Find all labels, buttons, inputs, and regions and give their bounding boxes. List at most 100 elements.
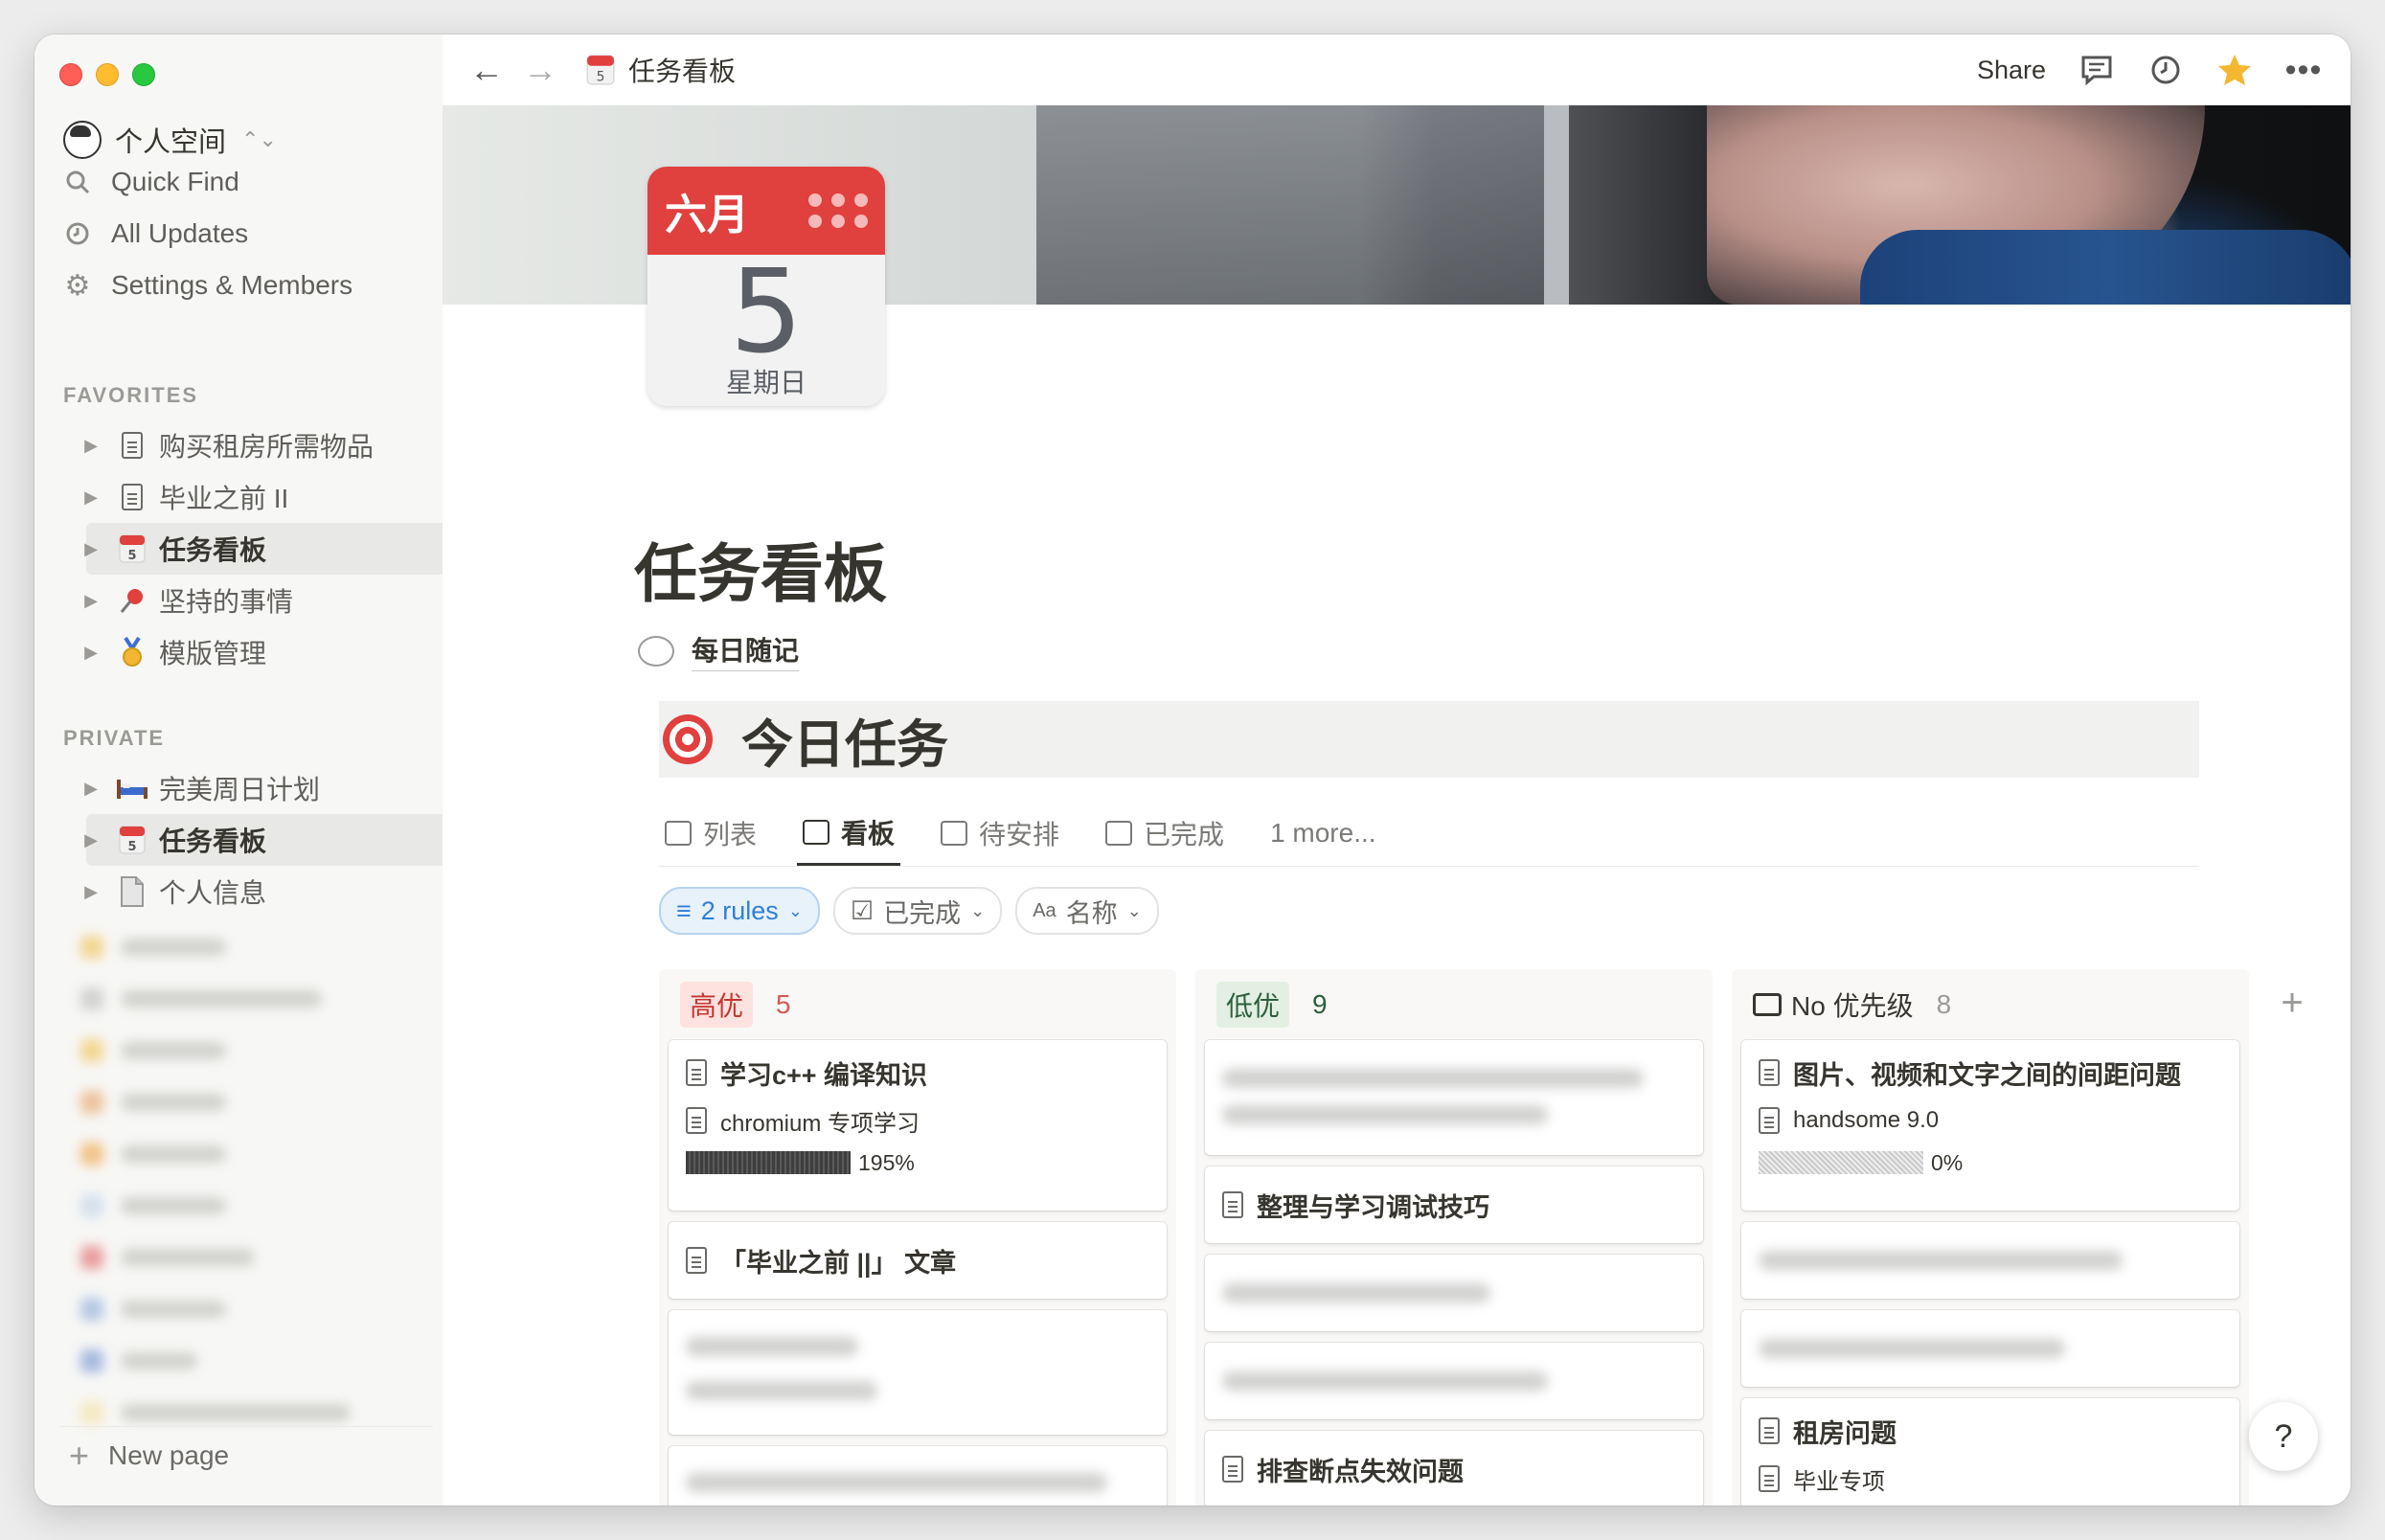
calendar-icon: 5 [115,532,149,566]
sidebar-item-label: 个人信息 [159,878,267,908]
tab-list[interactable]: 列表 [659,801,762,866]
sidebar-settings[interactable]: ⚙ Settings & Members [63,262,353,308]
maximize-window-button[interactable] [132,63,155,86]
board-card[interactable]: 整理与学习调试技巧 [1205,1166,1703,1243]
column-header[interactable]: 高优 5 [659,969,1176,1040]
card-progress: 0% [1931,1149,1964,1175]
sidebar-item-private-3[interactable]: ▶ 个人信息 [63,866,443,917]
column-tag: 低优 [1216,982,1290,1028]
sidebar-item-favorite-1[interactable]: ▶ 购买租房所需物品 [63,419,443,471]
comment-icon[interactable] [2078,52,2115,88]
sidebar-item-favorite-4[interactable]: ▶ 坚持的事情 [63,575,443,626]
workspace-switcher[interactable]: 个人空间 ⌃⌄ [63,119,277,161]
calendar-weekday: 星期日 [725,368,806,397]
list-view-icon [941,821,968,846]
blurred-board-card[interactable] [1205,1343,1703,1419]
blurred-board-card[interactable] [669,1446,1167,1506]
filter-rules-button[interactable]: ≡ 2 rules ⌄ [659,887,820,935]
forward-arrow-icon[interactable]: → [523,50,557,90]
sub-page-link[interactable]: 每日随记 [638,630,800,671]
favorite-star-icon[interactable] [2216,52,2253,88]
tab-more[interactable]: 1 more... [1264,801,1381,866]
sidebar-item-label: 完美周日计划 [159,775,321,804]
board-card[interactable]: 租房问题 毕业专项 [1741,1398,2239,1506]
board-card[interactable]: 「毕业之前 ||」 文章 [669,1222,1167,1299]
page-icon [115,480,149,514]
card-progress: 195% [858,1149,915,1175]
expand-arrow-icon[interactable]: ▶ [77,436,105,456]
blurred-board-card[interactable] [669,1310,1167,1435]
expand-arrow-icon[interactable]: ▶ [77,487,105,508]
sidebar-item-favorite-5[interactable]: ▶ 模版管理 [63,626,443,678]
svg-text:5: 5 [127,549,136,563]
board-column-low: 低优 9 整理与学习调试技巧 排查断点失效问题 [1195,969,1713,1506]
new-page-button[interactable]: + New page [59,1426,433,1484]
more-options-icon[interactable]: ••• [2285,52,2322,88]
board-card[interactable]: 图片、视频和文字之间的间距问题 handsome 9.0 0% [1741,1040,2239,1211]
expand-arrow-icon[interactable]: ▶ [77,779,105,799]
history-navigation: ← → [469,50,557,90]
chevron-down-icon: ⌄ [787,900,803,920]
sidebar-item-favorite-2[interactable]: ▶ 毕业之前 II [63,471,443,523]
add-group-button[interactable]: + [2259,969,2326,1036]
breadcrumb-title: 任务看板 [628,57,737,86]
page-icon [1759,1059,1780,1086]
help-button[interactable]: ? [2249,1402,2318,1471]
page-icon [1759,1417,1780,1444]
expand-arrow-icon[interactable]: ▶ [77,539,105,559]
tab-label: 待安排 [979,820,1060,849]
blurred-board-card[interactable] [1205,1040,1703,1155]
page-icon [686,1107,707,1134]
close-window-button[interactable] [59,63,82,86]
minimize-window-button[interactable] [96,63,119,86]
sidebar-item-private-1[interactable]: ▶ 完美周日计划 [63,762,443,814]
chevron-updown-icon: ⌃⌄ [241,127,277,151]
column-header[interactable]: 低优 9 [1195,969,1713,1040]
breadcrumb[interactable]: 5 任务看板 [586,51,736,89]
section-heading[interactable]: 今日任务 [659,701,2199,778]
history-clock-icon[interactable] [2147,52,2184,88]
filter-name-label: 名称 [1065,898,1118,928]
filter-name-button[interactable]: Aa 名称 ⌄ [1015,887,1159,935]
back-arrow-icon[interactable]: ← [469,50,504,90]
bed-icon [115,771,149,805]
app-window: 个人空间 ⌃⌄ Quick Find All Updates ⚙ Setting… [34,34,2351,1506]
sidebar-all-updates[interactable]: All Updates [63,211,248,257]
svg-text:5: 5 [127,840,136,854]
card-relation: 毕业专项 [1793,1468,1885,1495]
blurred-board-card[interactable] [1741,1310,2239,1387]
sidebar-item-label: 购买租房所需物品 [159,432,375,462]
column-header[interactable]: No 优先级 8 [1732,969,2249,1040]
page-icon-calendar[interactable]: 六月 5 星期日 [647,167,885,406]
tab-scheduled[interactable]: 待安排 [935,801,1065,866]
sidebar-item-favorite-3[interactable]: ▶ 5 任务看板 [84,523,464,575]
topbar: ← → 5 任务看板 Share ••• [443,34,2351,105]
section-heading-label: 今日任务 [741,715,948,774]
expand-arrow-icon[interactable]: ▶ [77,643,105,663]
filter-done-button[interactable]: ☑ 已完成 ⌄ [832,887,1003,935]
expand-arrow-icon[interactable]: ▶ [77,882,105,902]
sidebar-quick-find[interactable]: Quick Find [63,159,239,205]
share-button[interactable]: Share [1977,56,2046,85]
blurred-board-card[interactable] [1741,1222,2239,1299]
card-title: 学习c++ 编译知识 [720,1060,928,1090]
page-icon [1222,1456,1243,1483]
tab-completed[interactable]: 已完成 [1100,801,1230,866]
board-card[interactable]: 排查断点失效问题 [1205,1431,1703,1506]
page-title[interactable]: 任务看板 [634,523,887,615]
blurred-sidebar-item [80,1348,197,1373]
sidebar-item-label: 任务看板 [159,827,267,856]
tab-board[interactable]: 看板 [797,801,901,866]
progress-bar [1759,1151,1923,1174]
expand-arrow-icon[interactable]: ▶ [77,591,105,611]
sidebar-all-updates-label: All Updates [111,218,249,248]
sidebar-quick-find-label: Quick Find [111,167,239,196]
page-icon [1759,1465,1780,1492]
board-card[interactable]: 学习c++ 编译知识 chromium 专项学习 195% [669,1040,1167,1211]
sidebar-item-private-2[interactable]: ▶ 5 任务看板 [84,814,464,866]
new-page-label: New page [108,1440,230,1470]
column-count: 9 [1312,989,1328,1019]
expand-arrow-icon[interactable]: ▶ [77,830,105,850]
private-heading: PRIVATE [63,726,166,750]
blurred-board-card[interactable] [1205,1255,1703,1331]
